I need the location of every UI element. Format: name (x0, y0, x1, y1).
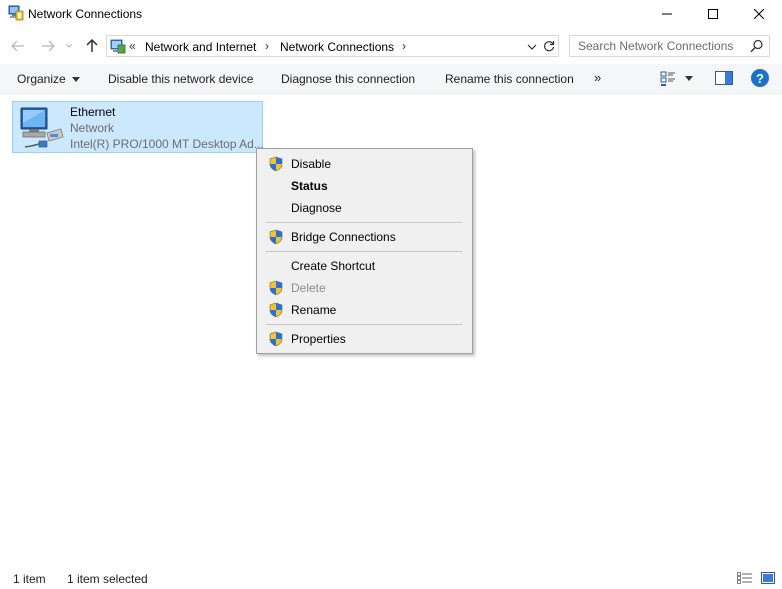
menu-item-bridge-connections[interactable]: Bridge Connections (259, 226, 470, 248)
close-button[interactable] (736, 0, 782, 28)
close-icon (754, 9, 764, 19)
uac-shield-icon (268, 156, 284, 172)
help-button[interactable]: ? (751, 69, 769, 87)
uac-shield-icon (268, 229, 284, 245)
control-panel-icon (110, 38, 126, 54)
menu-item-create-shortcut[interactable]: Create Shortcut (259, 255, 470, 277)
menu-item-label: Delete (291, 281, 326, 295)
menu-item-label: Bridge Connections (291, 230, 396, 244)
menu-item-disable[interactable]: Disable (259, 153, 470, 175)
recent-locations-button[interactable] (62, 36, 76, 56)
minimize-icon (662, 13, 672, 15)
title-bar: Network Connections (0, 0, 782, 28)
menu-item-diagnose[interactable]: Diagnose (259, 197, 470, 219)
large-icons-view-icon (761, 572, 775, 584)
preview-pane-button[interactable] (715, 71, 733, 87)
maximize-icon (708, 9, 718, 19)
breadcrumb-separator-icon[interactable]: › (265, 39, 269, 53)
maximize-button[interactable] (690, 0, 736, 28)
menu-item-label: Create Shortcut (291, 259, 376, 273)
menu-separator (266, 251, 462, 252)
details-view-button[interactable] (737, 572, 753, 584)
menu-item-rename[interactable]: Rename (259, 299, 470, 321)
connection-status: Network (70, 121, 115, 135)
back-button[interactable] (8, 36, 28, 56)
menu-item-properties[interactable]: Properties (259, 328, 470, 350)
connection-name: Ethernet (70, 105, 116, 119)
organize-label: Organize (17, 72, 66, 86)
rename-connection-button[interactable]: Rename this connection (445, 72, 574, 86)
large-icons-view-button[interactable] (761, 572, 775, 584)
more-commands-button[interactable]: » (594, 70, 601, 85)
change-view-button[interactable] (660, 71, 678, 87)
address-bar[interactable]: « Network and Internet › Network Connect… (106, 35, 540, 57)
view-options-dropdown-icon[interactable] (685, 76, 693, 81)
connection-device: Intel(R) PRO/1000 MT Desktop Ad... (70, 137, 264, 151)
menu-item-label: Status (291, 179, 328, 193)
uac-shield-icon (268, 331, 284, 347)
menu-separator (266, 222, 462, 223)
selection-count: 1 item selected (67, 572, 148, 586)
forward-button[interactable] (38, 36, 58, 56)
chevron-down-icon (65, 43, 73, 48)
arrow-right-icon (42, 40, 55, 52)
menu-item-label: Diagnose (291, 201, 342, 215)
arrow-left-icon (11, 40, 24, 52)
chevron-down-icon (527, 44, 537, 50)
caret-down-icon (71, 77, 80, 83)
ethernet-connection-item[interactable]: Ethernet Network Intel(R) PRO/1000 MT De… (12, 101, 264, 153)
organize-button[interactable]: Organize (17, 72, 80, 86)
refresh-button[interactable] (539, 35, 559, 57)
window-title: Network Connections (28, 7, 143, 21)
search-input[interactable] (570, 36, 748, 56)
network-connections-icon (8, 5, 24, 21)
menu-item-label: Disable (291, 157, 332, 171)
menu-item-delete: Delete (259, 277, 470, 299)
disable-device-button[interactable]: Disable this network device (108, 72, 253, 86)
menu-item-status[interactable]: Status (259, 175, 470, 197)
breadcrumb-overflow[interactable]: « (129, 39, 136, 53)
details-view-icon (737, 572, 752, 584)
uac-shield-icon (268, 280, 284, 296)
breadcrumb-network-connections[interactable]: Network Connections (280, 40, 394, 54)
minimize-button[interactable] (644, 0, 690, 28)
search-icon[interactable] (750, 39, 764, 53)
status-bar: 1 item 1 item selected (0, 567, 782, 589)
help-icon: ? (756, 70, 764, 86)
item-count: 1 item (13, 572, 46, 586)
breadcrumb-separator-icon[interactable]: › (402, 39, 406, 53)
breadcrumb-network-and-internet[interactable]: Network and Internet (145, 40, 256, 54)
arrow-up-icon (86, 39, 98, 52)
menu-separator (266, 324, 462, 325)
menu-item-label: Rename (291, 303, 337, 317)
navigation-bar: « Network and Internet › Network Connect… (0, 30, 782, 62)
address-dropdown-button[interactable] (525, 40, 539, 54)
command-bar: Organize Disable this network device Dia… (0, 64, 782, 94)
preview-pane-icon (715, 71, 733, 85)
search-box[interactable] (569, 35, 770, 57)
up-button[interactable] (82, 36, 102, 56)
network-adapter-icon (17, 105, 65, 151)
context-menu: Disable Status Diagnose Bridge Connectio… (256, 148, 473, 354)
details-view-icon (660, 71, 675, 86)
uac-shield-icon (268, 302, 284, 318)
menu-item-label: Properties (291, 332, 346, 346)
diagnose-connection-button[interactable]: Diagnose this connection (281, 72, 415, 86)
refresh-icon (543, 41, 554, 52)
